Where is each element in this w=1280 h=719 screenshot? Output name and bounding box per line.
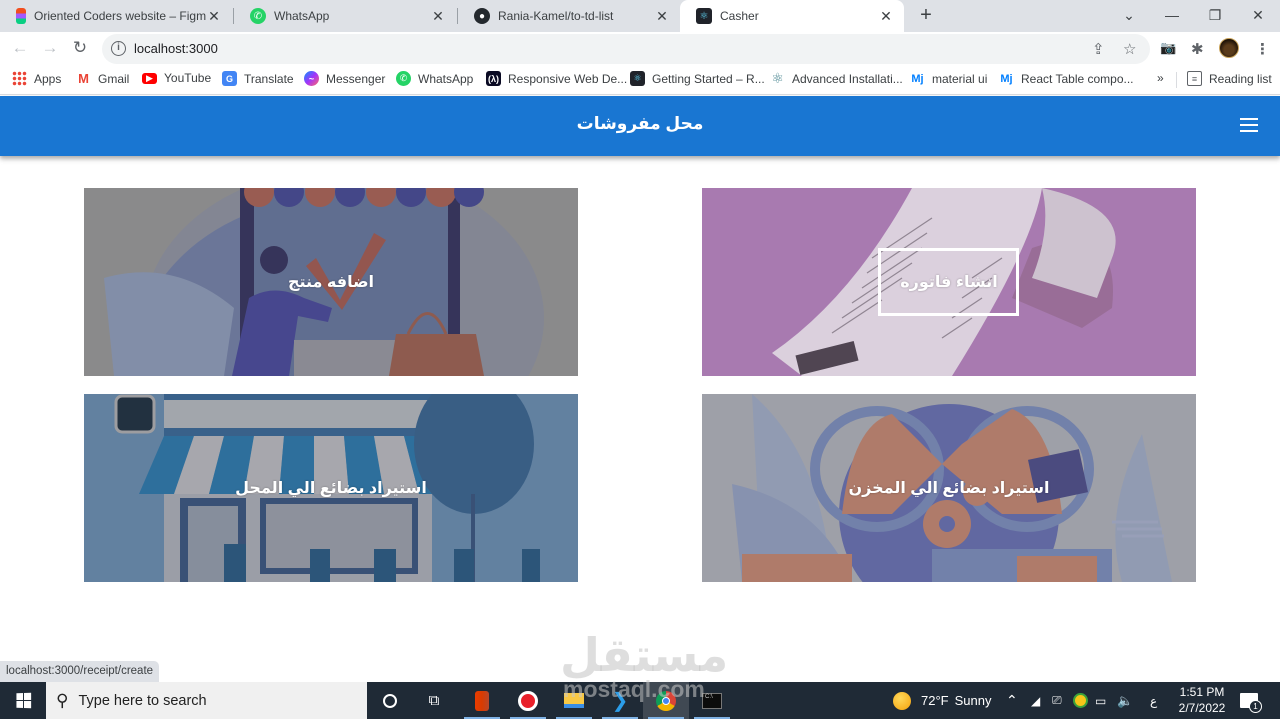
taskbar-clock[interactable]: 1:51 PM 2/7/2022 [1170, 684, 1234, 716]
weather-widget[interactable]: 72°F Sunny [893, 682, 991, 719]
card-import-to-store[interactable]: استيراد بضائع الي المخزن [702, 394, 1196, 582]
reload-button[interactable]: ↻ [69, 37, 91, 59]
tab-close-button[interactable]: ✕ [430, 8, 446, 25]
notification-icon: 1 [1240, 693, 1262, 713]
tab-github[interactable]: ● Rania-Kamel/to-td-list ✕ [458, 0, 680, 32]
bookmark-messenger[interactable]: ~ Messenger [304, 71, 385, 86]
reading-list-icon: ≡ [1187, 71, 1202, 86]
tab-close-button[interactable]: ✕ [206, 8, 222, 25]
notification-count-badge: 1 [1249, 700, 1262, 713]
terminal-icon: C:\ [702, 692, 722, 709]
bookmark-getting-started[interactable]: ⚛ Getting Started – R... [630, 71, 765, 86]
card-label: استيراد بضائع الي المخزن [848, 480, 1050, 497]
github-icon: ● [474, 8, 490, 24]
action-center-button[interactable]: 1 [1240, 682, 1262, 719]
browser-toolbar: ← → ↻ i localhost:3000 ⇪ ☆ 📷 ✱ ⋮ [0, 32, 1280, 65]
mui-icon: Mj [911, 72, 924, 85]
browser-tab-strip: Oriented Coders website – Figma ✕ ✆ What… [0, 0, 1280, 32]
hamburger-menu-icon[interactable] [1240, 118, 1258, 132]
tab-casher[interactable]: ⚛ Casher ✕ [680, 0, 904, 32]
minimize-button[interactable]: — [1150, 0, 1194, 32]
back-button[interactable]: ← [9, 37, 31, 59]
forward-button[interactable]: → [39, 37, 61, 59]
bookmark-apps[interactable]: Apps [12, 71, 61, 86]
youtube-icon: ▶ [142, 72, 157, 84]
bookmark-material-ui[interactable]: Mj material ui [910, 71, 987, 86]
bookmark-translate[interactable]: G Translate [222, 71, 294, 86]
restore-button[interactable]: ❐ [1193, 0, 1237, 32]
new-tab-button[interactable]: + [915, 4, 937, 26]
task-view-button[interactable]: ⧉ [411, 682, 457, 719]
mostaql-watermark: مستقل [560, 629, 729, 681]
react-icon: ⚛ [696, 8, 712, 24]
messenger-icon: ~ [304, 71, 319, 86]
bookmarks-overflow-button[interactable]: » [1157, 71, 1164, 85]
bookmarks-separator [1176, 72, 1177, 88]
app-bar: محل مفروشات [0, 96, 1280, 156]
taskbar-office[interactable] [459, 682, 505, 719]
freecodecamp-icon: (λ) [486, 71, 501, 86]
card-label: اضافه منتج [287, 274, 375, 291]
task-view-icon: ⧉ [428, 692, 440, 709]
figma-icon [16, 8, 26, 24]
bookmark-react-table[interactable]: Mj React Table compo... [999, 71, 1133, 86]
office-icon [475, 690, 489, 711]
card-create-receipt[interactable]: انشاء فاتوره [702, 188, 1196, 376]
bookmark-youtube[interactable]: ▶ YouTube [142, 71, 211, 85]
card-add-product[interactable]: اضافه منتج [84, 188, 578, 376]
tab-figma[interactable]: Oriented Coders website – Figma ✕ [0, 0, 232, 32]
card-label: استيراد بضائع الي المحل [235, 480, 427, 497]
tab-close-button[interactable]: ✕ [654, 8, 670, 25]
start-button[interactable] [0, 682, 46, 719]
link-status-bubble: localhost:3000/receipt/create [0, 661, 160, 682]
url-text[interactable]: localhost:3000 [134, 41, 218, 56]
electron-icon: ⚛ [771, 70, 784, 86]
taskbar-search-box[interactable]: ⚲ Type here to search [46, 682, 367, 719]
sun-icon [893, 691, 911, 710]
gmail-icon: M [78, 71, 89, 86]
whatsapp-icon: ✆ [396, 71, 411, 86]
share-icon[interactable]: ⇪ [1092, 40, 1105, 58]
card-import-to-shop[interactable]: استيراد بضائع الي المحل [84, 394, 578, 582]
chevron-up-icon: ⌃ [1006, 692, 1018, 708]
mui-icon: Mj [1000, 72, 1013, 85]
battery-icon[interactable]: ▭ [1095, 682, 1106, 719]
tab-search-button[interactable]: ⌄ [1107, 0, 1151, 32]
translate-icon: G [222, 71, 237, 86]
cortana-button[interactable] [367, 682, 413, 719]
chrome-menu-icon[interactable]: ⋮ [1255, 40, 1270, 58]
bookmark-advanced-installation[interactable]: ⚛ Advanced Installati... [770, 70, 903, 86]
bookmark-gmail[interactable]: M Gmail [76, 71, 129, 86]
record-icon [518, 690, 538, 711]
windows-logo-icon [15, 692, 31, 709]
bookmark-star-icon[interactable]: ☆ [1123, 40, 1136, 58]
apps-grid-icon [12, 71, 27, 86]
meet-now-icon[interactable]: ⎚ [1052, 682, 1062, 719]
show-hidden-icons-button[interactable]: ⌃ [1006, 682, 1018, 719]
reading-list-button[interactable]: ≡ Reading list [1187, 71, 1272, 86]
card-label: انشاء فاتوره [900, 274, 998, 291]
camera-icon[interactable]: 📷 [1160, 40, 1176, 56]
network-icon[interactable]: ◢ [1031, 682, 1040, 719]
close-window-button[interactable]: ✕ [1236, 0, 1280, 32]
bookmarks-bar: Apps M Gmail ▶ YouTube G Translate ~ Mes… [0, 65, 1280, 95]
search-icon: ⚲ [56, 690, 69, 710]
tab-close-button[interactable]: ✕ [878, 8, 894, 25]
input-language-indicator[interactable]: ع [1150, 682, 1157, 719]
tray-app-icon[interactable] [1073, 682, 1088, 719]
bookmark-responsive-web[interactable]: (λ) Responsive Web De... [486, 71, 627, 86]
tab-whatsapp[interactable]: ✆ WhatsApp ✕ [234, 0, 456, 32]
app-title: محل مفروشات [576, 114, 704, 133]
site-info-icon[interactable]: i [111, 41, 126, 56]
profile-avatar[interactable] [1219, 38, 1239, 58]
address-bar[interactable]: i localhost:3000 ⇪ ☆ [102, 34, 1150, 64]
extensions-icon[interactable]: ✱ [1191, 40, 1204, 58]
mostaql-watermark-latin: mostaql.com [563, 676, 705, 702]
cortana-icon [383, 693, 397, 708]
bookmark-whatsapp[interactable]: ✆ WhatsApp [396, 71, 473, 86]
react-icon: ⚛ [630, 71, 645, 86]
volume-icon[interactable]: 🔈 [1117, 682, 1133, 719]
taskbar-recorder[interactable] [505, 682, 551, 719]
whatsapp-icon: ✆ [250, 8, 266, 24]
